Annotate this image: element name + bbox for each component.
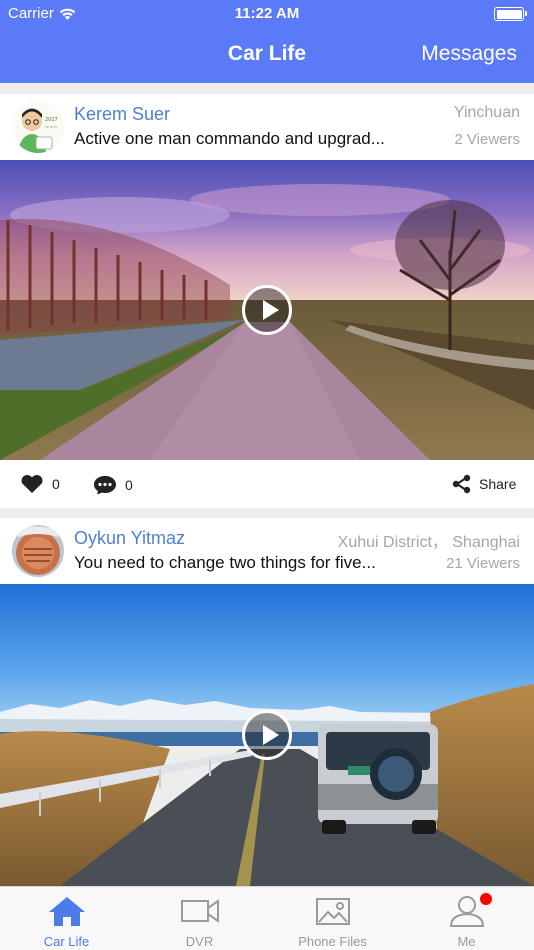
share-icon — [452, 474, 471, 494]
share-button[interactable]: Share — [452, 474, 516, 494]
tab-label: DVR — [185, 934, 214, 949]
nav-bar: Car Life Messages — [0, 28, 534, 83]
post-actions: 0 0 Share — [0, 460, 534, 508]
video-thumbnail[interactable] — [0, 160, 534, 460]
post-text[interactable]: You need to change two things for five..… — [74, 553, 376, 573]
comment-button[interactable]: 0 — [93, 474, 133, 495]
avatar[interactable]: 2017 ~~~ — [12, 101, 64, 153]
like-button[interactable]: 0 — [20, 474, 60, 494]
heart-icon — [21, 474, 43, 493]
status-time: 11:22 AM — [234, 5, 300, 22]
avatar[interactable] — [12, 525, 64, 577]
like-count: 0 — [52, 476, 60, 492]
image-icon — [315, 898, 350, 925]
video-camera-icon — [180, 899, 219, 923]
suv-vehicle — [318, 724, 438, 834]
tab-label: Phone Files — [298, 934, 367, 949]
post-header: 2017 ~~~ Kerem Suer Yinchuan Active one … — [0, 94, 534, 160]
viewer-count: 2 Viewers — [454, 131, 520, 148]
play-button[interactable] — [242, 710, 292, 760]
post-card[interactable]: 2017 ~~~ Kerem Suer Yinchuan Active one … — [0, 94, 534, 160]
post-text[interactable]: Active one man commando and upgrad... — [74, 129, 385, 149]
tab-label: Car Life — [43, 934, 90, 949]
tab-car-life[interactable]: Car Life — [0, 887, 133, 950]
tab-phone-files[interactable]: Phone Files — [266, 887, 399, 950]
svg-text:2017: 2017 — [45, 117, 58, 123]
tab-label: Me — [457, 934, 476, 949]
post-location: Yinchuan — [453, 104, 520, 121]
comment-icon — [94, 476, 116, 495]
comment-count: 0 — [125, 476, 133, 493]
post-location: Xuhui District， Shanghai — [337, 534, 520, 551]
tab-bar: Car Life DVR Phone Files Me — [0, 886, 534, 950]
messages-button[interactable]: Messages — [421, 42, 517, 66]
svg-text:~~~: ~~~ — [45, 125, 58, 131]
notification-badge — [480, 893, 492, 905]
user-name[interactable]: Oykun Yitmaz — [74, 528, 185, 549]
tab-dvr[interactable]: DVR — [133, 887, 266, 950]
home-icon — [48, 897, 85, 926]
user-name[interactable]: Kerem Suer — [74, 104, 170, 125]
post-card[interactable]: Oykun Yitmaz Xuhui District， Shanghai Yo… — [0, 518, 534, 584]
share-label: Share — [479, 476, 517, 492]
post-header: Oykun Yitmaz Xuhui District， Shanghai Yo… — [0, 518, 534, 584]
play-button[interactable] — [242, 285, 292, 335]
viewer-count: 21 Viewers — [446, 555, 520, 572]
status-bar: Carrier 11:22 AM — [0, 0, 534, 28]
battery-icon — [494, 7, 527, 21]
video-thumbnail[interactable] — [0, 584, 534, 886]
tab-me[interactable]: Me — [400, 887, 533, 950]
